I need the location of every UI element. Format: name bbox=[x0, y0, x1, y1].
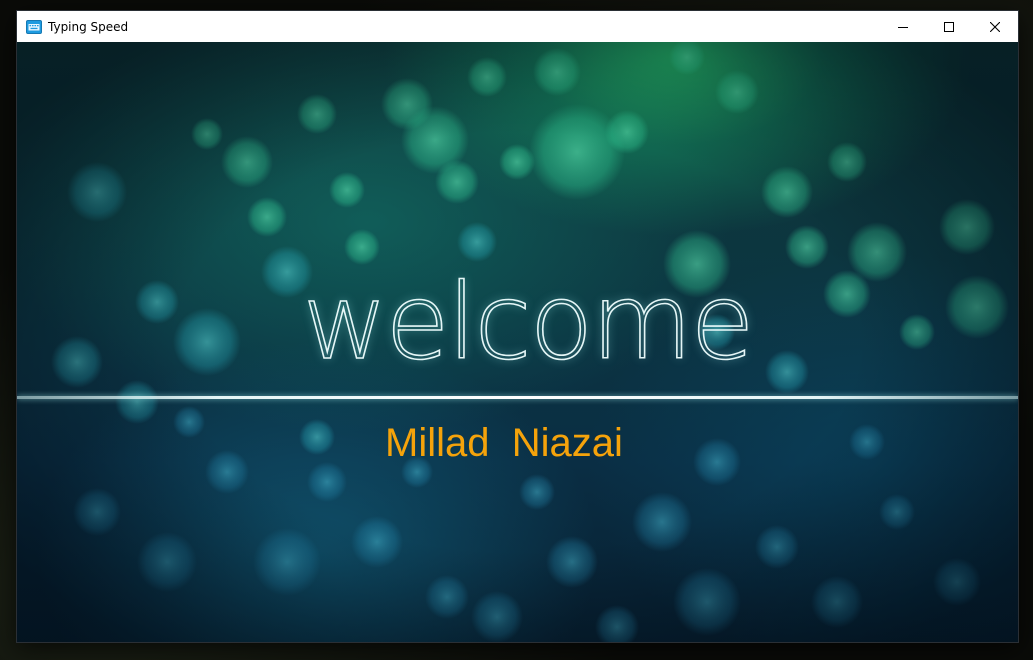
close-icon bbox=[990, 21, 1000, 32]
splash-panel: welcome Millad Niazai bbox=[17, 42, 1018, 642]
title-bar[interactable]: Typing Speed bbox=[17, 11, 1018, 42]
window-title: Typing Speed bbox=[48, 19, 129, 34]
maximize-icon bbox=[944, 21, 954, 32]
minimize-button[interactable] bbox=[880, 11, 926, 42]
keyboard-app-icon bbox=[26, 19, 42, 34]
welcome-heading: welcome bbox=[302, 261, 756, 383]
maximize-button[interactable] bbox=[926, 11, 972, 42]
app-window: Typing Speed welcome Millad Niazai bbox=[17, 11, 1018, 642]
close-button[interactable] bbox=[972, 11, 1018, 42]
divider-line bbox=[17, 396, 1018, 399]
minimize-icon bbox=[898, 26, 908, 28]
user-name-label: Millad Niazai bbox=[385, 421, 623, 465]
